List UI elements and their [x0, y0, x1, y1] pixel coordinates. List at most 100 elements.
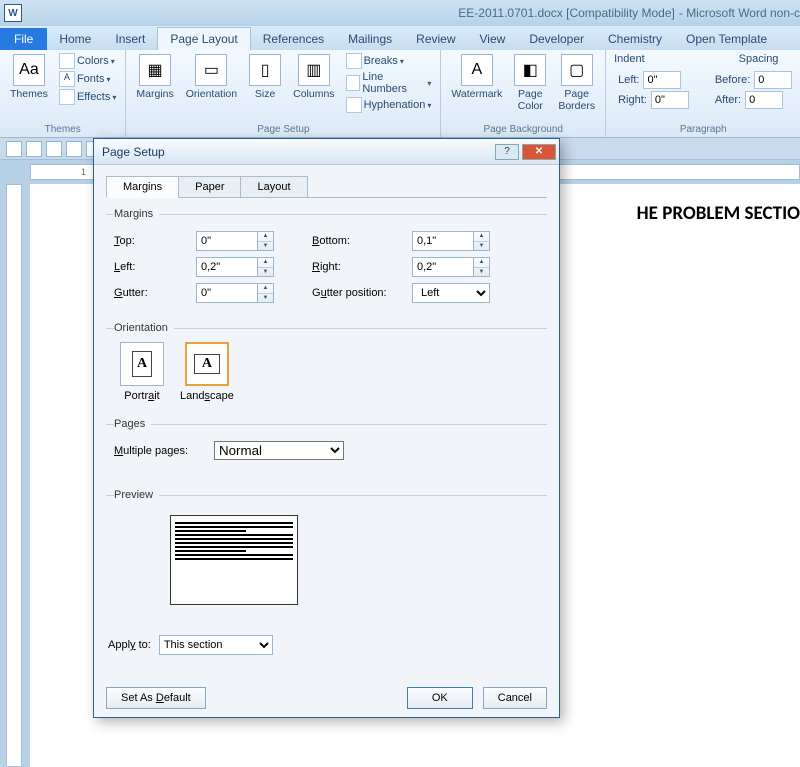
document-title: EE-2011.0701.docx [Compatibility Mode]: [458, 6, 675, 20]
qat-icon[interactable]: [66, 141, 82, 157]
fonts-button[interactable]: AFonts▾: [56, 70, 119, 88]
dialog-tab-paper[interactable]: Paper: [178, 176, 241, 198]
tab-developer[interactable]: Developer: [517, 28, 596, 50]
group-label-themes: Themes: [6, 122, 119, 135]
margin-top-input[interactable]: [196, 231, 258, 251]
columns-button[interactable]: ▥Columns: [289, 52, 338, 102]
tab-chemistry[interactable]: Chemistry: [596, 28, 674, 50]
qat-undo-icon[interactable]: [26, 141, 42, 157]
effects-button[interactable]: Effects▾: [56, 88, 119, 106]
watermark-icon: A: [461, 54, 493, 86]
margin-bottom-input[interactable]: [412, 231, 474, 251]
tab-mailings[interactable]: Mailings: [336, 28, 404, 50]
qat-save-icon[interactable]: [6, 141, 22, 157]
margin-left-spinner[interactable]: ▲▼: [258, 257, 274, 277]
ribbon: Aa Themes Colors▾ AFonts▾ Effects▾ Theme…: [0, 50, 800, 138]
dialog-close-button[interactable]: ✕: [522, 144, 556, 160]
set-default-button[interactable]: Set As Default: [106, 687, 206, 709]
breaks-icon: [346, 53, 362, 69]
multiple-pages-label: Multiple pages:: [114, 445, 214, 457]
spacing-before-label: Before:: [715, 74, 750, 86]
tab-page-layout[interactable]: Page Layout: [157, 27, 250, 50]
hyphenation-button[interactable]: Hyphenation▾: [343, 96, 435, 114]
vertical-ruler[interactable]: [6, 184, 22, 767]
pages-fieldset: Pages Multiple pages: Normal: [106, 418, 547, 469]
dialog-help-button[interactable]: ?: [495, 144, 519, 160]
spacing-after-label: After:: [715, 94, 741, 106]
group-label-pagebg: Page Background: [447, 122, 599, 135]
tab-review[interactable]: Review: [404, 28, 467, 50]
margins-icon: ▦: [139, 54, 171, 86]
tab-view[interactable]: View: [468, 28, 518, 50]
orientation-button[interactable]: ▭Orientation: [182, 52, 241, 102]
indent-header: Indent: [614, 53, 645, 65]
ok-button[interactable]: OK: [407, 687, 473, 709]
preview-fieldset: Preview: [106, 489, 547, 611]
spacing-header: Spacing: [739, 53, 779, 65]
dialog-tab-strip: Margins Paper Layout: [106, 175, 547, 198]
orientation-legend: Orientation: [114, 322, 174, 334]
dialog-tab-margins[interactable]: Margins: [106, 176, 179, 198]
size-icon: ▯: [249, 54, 281, 86]
group-paragraph: Indent Spacing Left: Right: Before: Afte…: [606, 50, 800, 137]
spacing-before-input[interactable]: [754, 71, 792, 89]
margin-left-input[interactable]: [196, 257, 258, 277]
margin-top-label: Top:: [114, 235, 196, 247]
tab-references[interactable]: References: [251, 28, 336, 50]
group-label-pagesetup: Page Setup: [132, 122, 434, 135]
dialog-titlebar[interactable]: Page Setup ? ✕: [94, 139, 559, 165]
margin-left-label: Left:: [114, 261, 196, 273]
portrait-label: Portrait: [124, 390, 159, 402]
dialog-tab-layout[interactable]: Layout: [240, 176, 307, 198]
pages-legend: Pages: [114, 418, 151, 430]
colors-button[interactable]: Colors▾: [56, 52, 119, 70]
pagecolor-icon: ◧: [514, 54, 546, 86]
gutter-pos-label: Gutter position:: [312, 287, 412, 299]
gutter-pos-select[interactable]: Left: [412, 283, 490, 303]
tab-insert[interactable]: Insert: [103, 28, 157, 50]
gutter-spinner[interactable]: ▲▼: [258, 283, 274, 303]
fonts-icon: A: [59, 71, 75, 87]
apply-to-label: Apply to:: [108, 639, 151, 651]
tab-home[interactable]: Home: [47, 28, 103, 50]
themes-button[interactable]: Aa Themes: [6, 52, 52, 102]
multiple-pages-select[interactable]: Normal: [214, 441, 344, 460]
spacing-after-input[interactable]: [745, 91, 783, 109]
word-app-icon: W: [4, 4, 22, 22]
size-button[interactable]: ▯Size: [245, 52, 285, 102]
preview-legend: Preview: [114, 489, 159, 501]
columns-icon: ▥: [298, 54, 330, 86]
margins-legend: Margins: [114, 208, 159, 220]
margin-right-label: Right:: [312, 261, 412, 273]
indent-left-label: Left:: [618, 74, 639, 86]
gutter-input[interactable]: [196, 283, 258, 303]
breaks-button[interactable]: Breaks▾: [343, 52, 435, 70]
indent-right-input[interactable]: [651, 91, 689, 109]
cancel-button[interactable]: Cancel: [483, 687, 547, 709]
landscape-option[interactable]: A Landscape: [180, 342, 234, 402]
landscape-label: Landscape: [180, 390, 234, 402]
window-titlebar: W EE-2011.0701.docx [Compatibility Mode]…: [0, 0, 800, 26]
watermark-button[interactable]: AWatermark: [447, 52, 506, 102]
qat-redo-icon[interactable]: [46, 141, 62, 157]
tab-open-template[interactable]: Open Template: [674, 28, 779, 50]
apply-to-select[interactable]: This section: [159, 635, 273, 655]
dialog-title: Page Setup: [102, 145, 165, 159]
portrait-option[interactable]: A Portrait: [120, 342, 164, 402]
margins-button[interactable]: ▦Margins: [132, 52, 177, 102]
orientation-fieldset: Orientation A Portrait A Landscape: [106, 322, 547, 408]
margins-fieldset: Margins Top: ▲▼ Bottom: ▲▼ Left: ▲▼ Righ…: [106, 208, 547, 312]
margin-right-input[interactable]: [412, 257, 474, 277]
indent-left-input[interactable]: [643, 71, 681, 89]
margin-bottom-spinner[interactable]: ▲▼: [474, 231, 490, 251]
line-numbers-button[interactable]: Line Numbers▾: [343, 70, 435, 96]
page-borders-button[interactable]: ▢Page Borders: [554, 52, 599, 114]
tab-file[interactable]: File: [0, 28, 47, 50]
themes-icon: Aa: [13, 54, 45, 86]
group-label-paragraph: Paragraph: [612, 122, 794, 135]
margin-right-spinner[interactable]: ▲▼: [474, 257, 490, 277]
app-title: - Microsoft Word non-c: [679, 6, 800, 20]
colors-icon: [59, 53, 75, 69]
page-color-button[interactable]: ◧Page Color: [510, 52, 550, 114]
margin-top-spinner[interactable]: ▲▼: [258, 231, 274, 251]
